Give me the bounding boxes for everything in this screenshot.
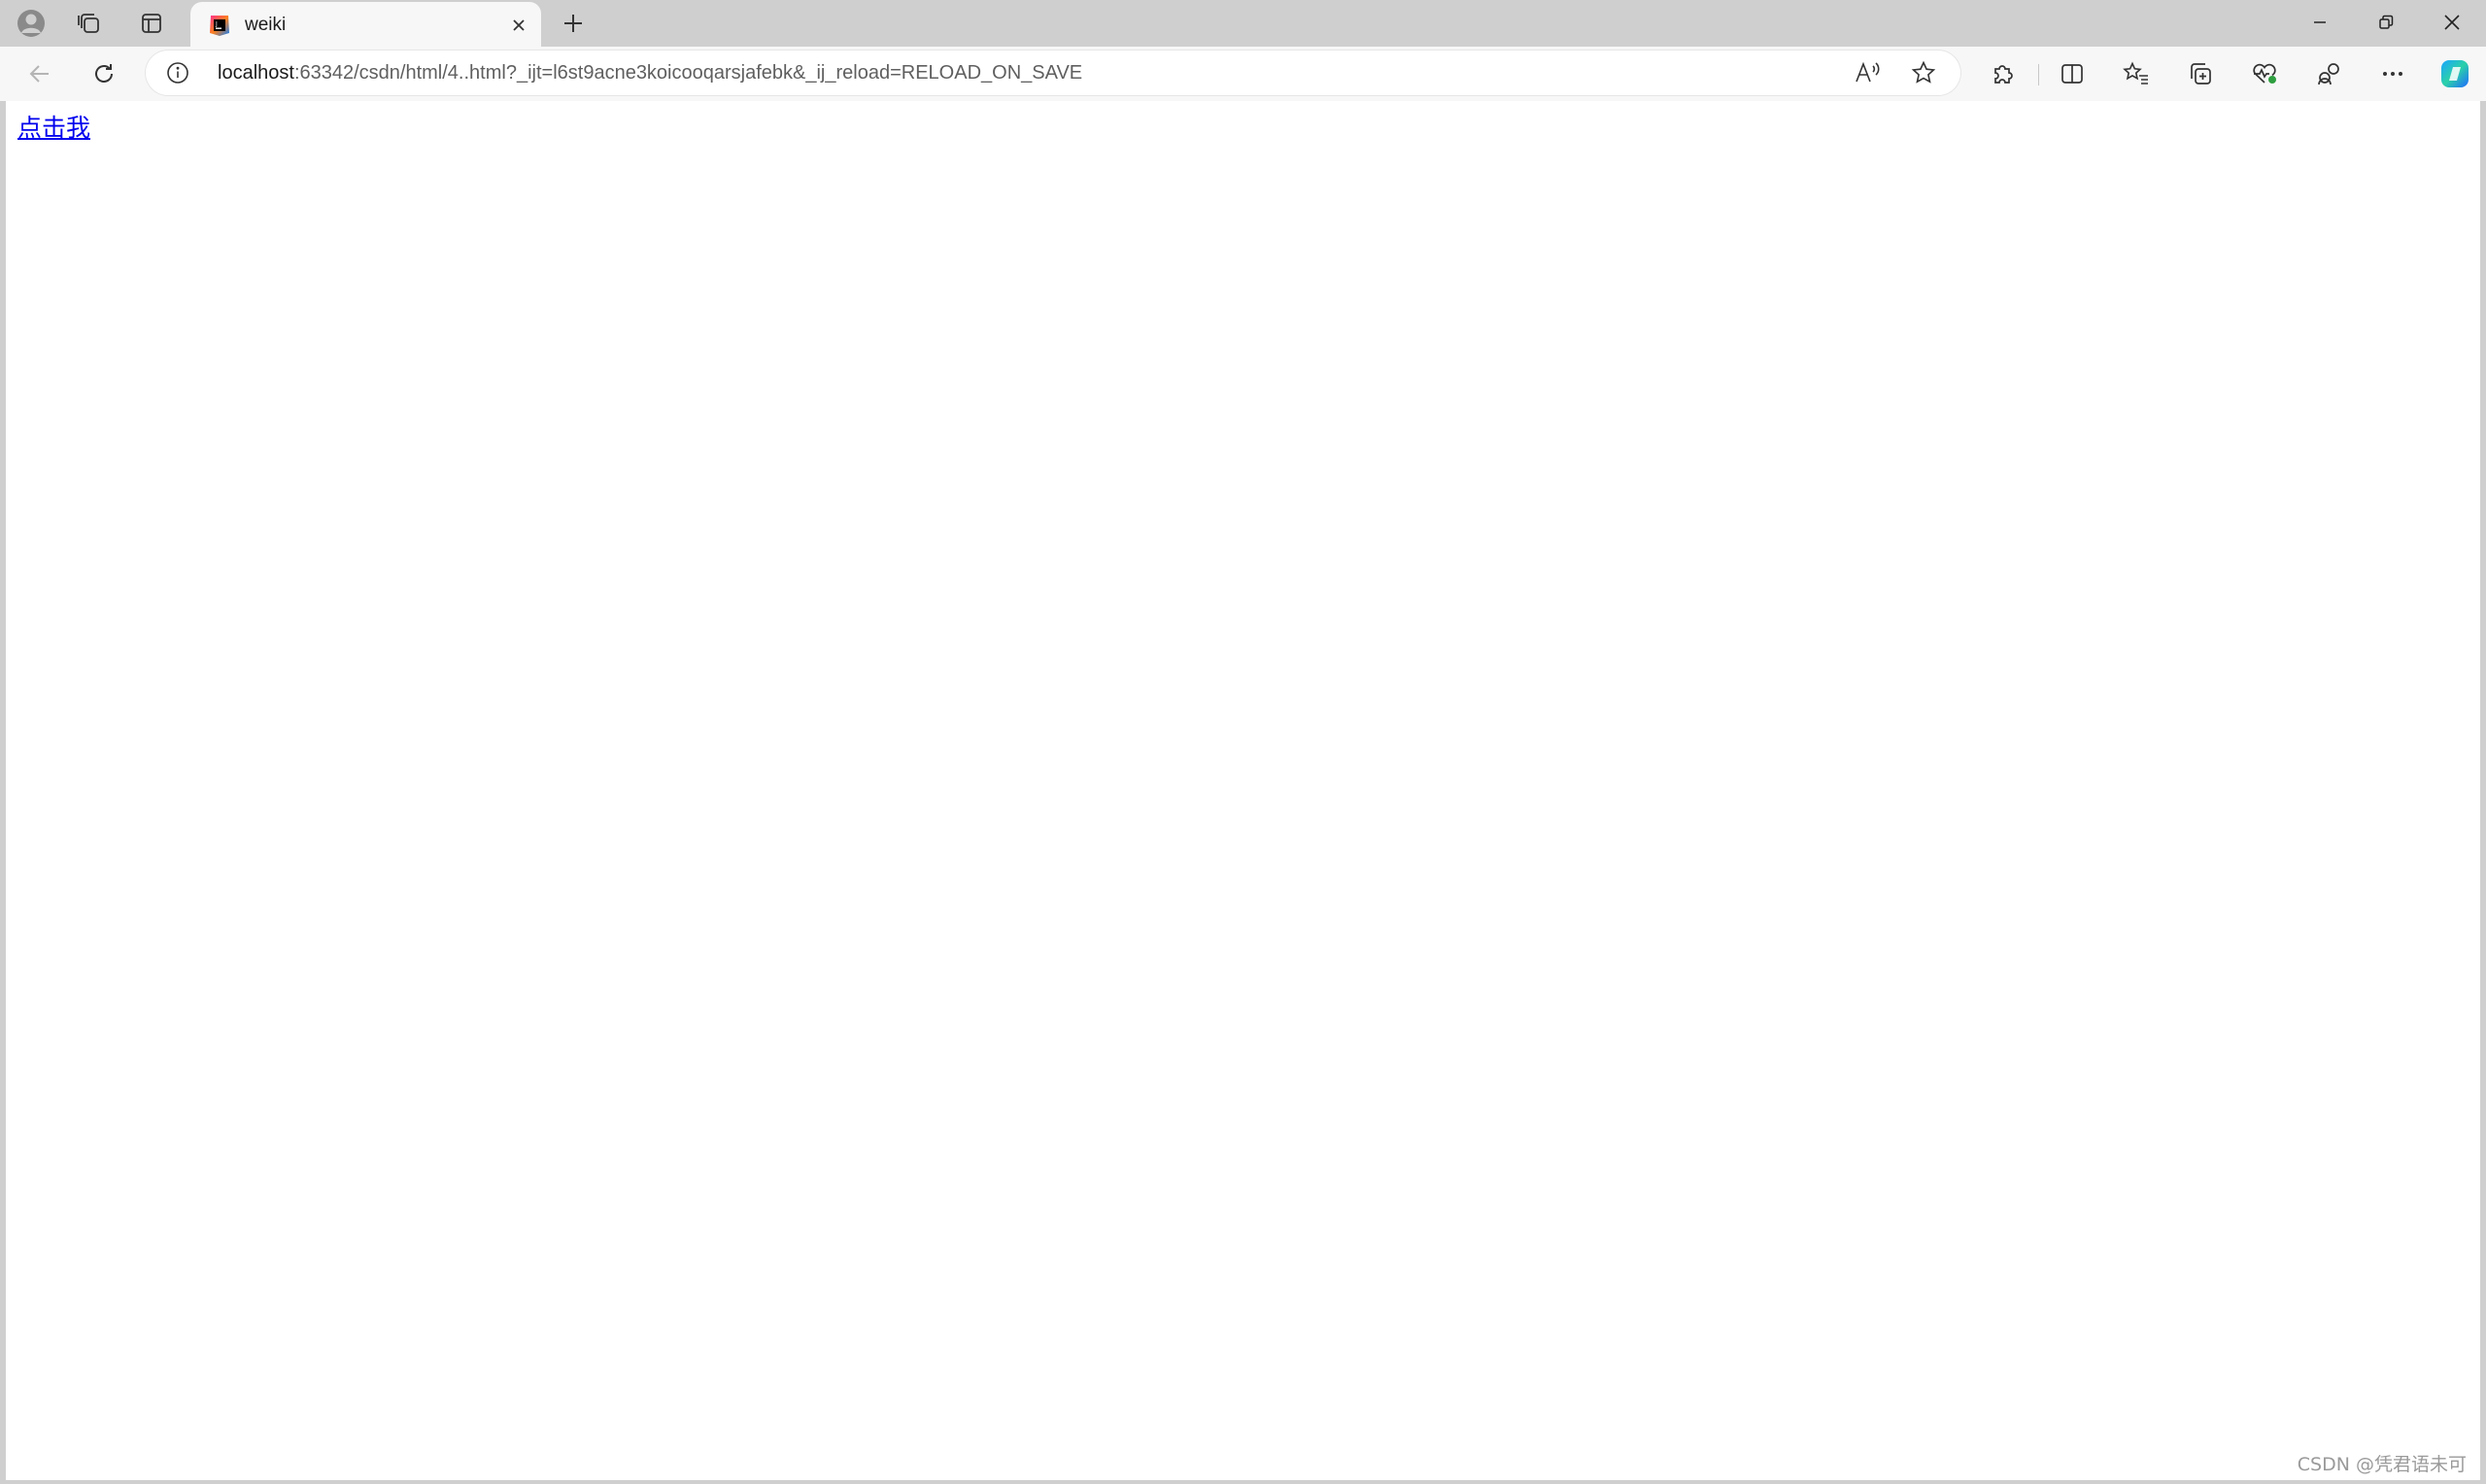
extensions-button[interactable]	[1980, 54, 2025, 93]
tab-actions-button[interactable]	[132, 6, 171, 41]
share-icon	[2318, 63, 2339, 85]
restore-icon	[2379, 15, 2394, 29]
split-screen-button[interactable]	[2050, 54, 2094, 93]
puzzle-icon	[1994, 65, 2013, 84]
tab-close-button[interactable]	[506, 13, 531, 38]
read-aloud-icon	[1856, 61, 1880, 83]
profile-icon	[17, 10, 45, 37]
url-text[interactable]: localhost:63342/csdn/html/4..html?_ijt=l…	[218, 62, 1082, 84]
collections-icon	[2191, 63, 2211, 84]
jetbrains-icon: J	[208, 14, 231, 37]
favorite-button[interactable]	[1908, 58, 1939, 87]
url-host: localhost	[218, 62, 294, 84]
refresh-icon	[95, 64, 113, 83]
close-icon	[513, 19, 525, 31]
url-path: :63342/csdn/html/4..html?_ijt=l6st9acne3…	[293, 62, 1083, 84]
more-button[interactable]	[2370, 54, 2415, 93]
copilot-button[interactable]	[2433, 54, 2477, 93]
address-bar[interactable]: localhost:63342/csdn/html/4..html?_ijt=l…	[146, 51, 1960, 95]
favorites-list-icon	[2123, 61, 2148, 84]
star-icon	[1911, 60, 1936, 84]
browser-window: J weiki localhost:63342/csdn/html/4..htm…	[0, 0, 2486, 1484]
minimize-icon	[2314, 21, 2326, 23]
copilot-icon	[2441, 60, 2469, 87]
info-icon	[167, 62, 188, 84]
workspaces-icon	[78, 14, 99, 33]
ellipsis-icon	[2383, 72, 2402, 76]
read-aloud-button[interactable]	[1852, 58, 1883, 87]
close-window-button[interactable]	[2419, 0, 2485, 45]
heart-pulse-icon	[2253, 63, 2276, 84]
restore-button[interactable]	[2353, 0, 2419, 45]
new-tab-button[interactable]	[554, 6, 593, 41]
close-icon	[2444, 15, 2460, 30]
site-info-button[interactable]	[165, 60, 190, 85]
window-bottom-edge	[0, 1480, 2486, 1484]
back-button[interactable]	[17, 54, 62, 93]
favorites-button[interactable]	[2114, 54, 2159, 93]
collections-button[interactable]	[2178, 54, 2223, 93]
page-content: 点击我 CSDN @凭君语未可	[6, 101, 2480, 1480]
click-me-link[interactable]: 点击我	[17, 113, 90, 144]
share-button[interactable]	[2306, 54, 2351, 93]
back-arrow-icon	[29, 65, 49, 83]
split-screen-icon	[2061, 64, 2083, 84]
plus-icon	[564, 15, 582, 32]
active-tab[interactable]: J weiki	[190, 2, 541, 47]
tab-title: weiki	[245, 15, 287, 35]
toolbar-divider	[2038, 64, 2039, 85]
refresh-button[interactable]	[82, 54, 126, 93]
browser-essentials-button[interactable]	[2242, 54, 2287, 93]
tab-strip: J weiki	[0, 0, 2486, 47]
workspaces-button[interactable]	[70, 6, 109, 41]
vertical-tabs-icon	[142, 14, 161, 33]
profile-button[interactable]	[12, 6, 51, 41]
minimize-button[interactable]	[2287, 0, 2353, 45]
csdn-watermark: CSDN @凭君语未可	[2297, 1454, 2467, 1475]
svg-text:J: J	[215, 21, 218, 28]
browser-toolbar: localhost:63342/csdn/html/4..html?_ijt=l…	[0, 47, 2486, 101]
